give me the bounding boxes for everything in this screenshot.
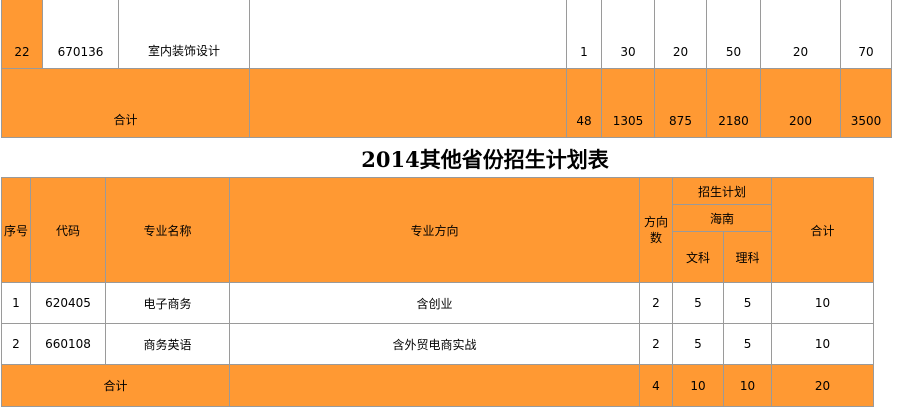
value-cell: 30 [601,0,655,69]
total-label: 合计 [1,364,230,407]
total-value: 3500 [840,68,892,138]
seq-cell: 22 [1,0,43,69]
direction-cell: 含外贸电商实战 [229,323,640,365]
total-cell: 10 [771,323,875,365]
major-name-cell: 电子商务 [105,282,230,324]
major-name-cell: 商务英语 [105,323,230,365]
direction-cell [229,364,640,407]
total-value: 1305 [601,68,655,138]
header-code: 代码 [30,177,106,283]
direction-cell [249,0,567,69]
table-row: 1 620405 电子商务 含创业 2 5 5 10 [1,282,875,324]
table-row: 22 670136 室内装饰设计 1 30 20 50 20 70 [1,0,892,69]
code-cell: 660108 [30,323,106,365]
header-science: 理科 [722,231,773,283]
total-arts: 10 [672,364,724,407]
total-science: 10 [722,364,773,407]
total-value: 875 [654,68,707,138]
previous-plan-table: 22 670136 室内装饰设计 1 30 20 50 20 70 合计 48 … [1,0,892,138]
total-value: 200 [760,68,841,138]
value-cell: 1 [566,0,602,69]
science-cell: 5 [722,323,773,365]
enrollment-plan-table: 序号 代码 专业名称 专业方向 方向 数 招生计划 合计 海南 文科 理科 1 … [1,177,875,407]
total-count: 4 [639,364,673,407]
header-major-name: 专业名称 [105,177,230,283]
header-row: 序号 代码 专业名称 专业方向 方向 数 招生计划 合计 [1,177,875,283]
header-direction: 专业方向 [229,177,640,283]
arts-cell: 5 [672,282,724,324]
seq-cell: 2 [1,323,31,365]
header-direction-count: 方向 数 [639,177,673,283]
direction-cell [249,68,567,138]
value-cell: 20 [654,0,707,69]
table-row: 2 660108 商务英语 含外贸电商实战 2 5 5 10 [1,323,875,365]
page-title: 2014其他省份招生计划表 [361,147,609,172]
direction-cell: 含创业 [229,282,640,324]
value-cell: 20 [760,0,841,69]
value-cell: 50 [706,0,761,69]
header-arts: 文科 [672,231,724,283]
total-row: 合计 4 10 10 20 [1,364,875,407]
major-name-cell: 室内装饰设计 [118,0,250,69]
code-cell: 620405 [30,282,106,324]
header-plan: 招生计划 [671,177,773,205]
value-cell: 70 [840,0,892,69]
total-label: 合计 [1,68,250,138]
total-cell: 10 [771,282,875,324]
science-cell: 5 [722,282,773,324]
seq-cell: 1 [1,282,31,324]
direction-count-cell: 2 [639,282,673,324]
header-total: 合计 [771,177,875,283]
direction-count-cell: 2 [639,323,673,365]
arts-cell: 5 [672,323,724,365]
header-province: 海南 [671,204,773,232]
total-row: 合计 48 1305 875 2180 200 3500 [1,68,892,138]
total-value: 48 [566,68,602,138]
code-cell: 670136 [42,0,119,69]
total-sum: 20 [771,364,875,407]
header-seq: 序号 [1,177,31,283]
total-value: 2180 [706,68,761,138]
